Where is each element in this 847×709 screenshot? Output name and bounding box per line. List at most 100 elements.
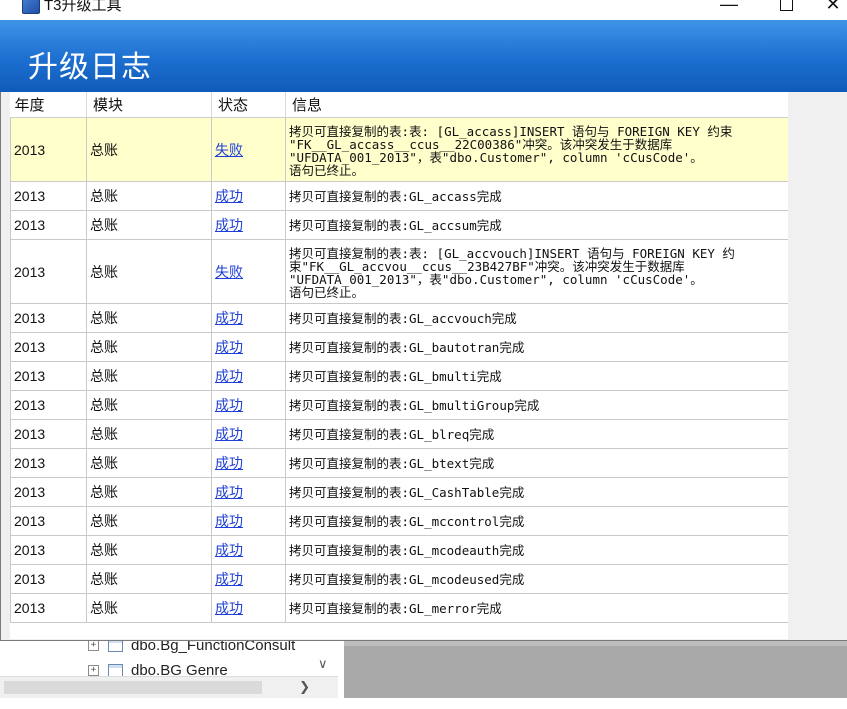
cell-status: 成功: [211, 535, 286, 565]
table-row[interactable]: 2013 总账 成功 拷贝可直接复制的表:GL_merror完成: [10, 593, 789, 623]
table-row[interactable]: 2013 总账 成功 拷贝可直接复制的表:GL_mccontrol完成: [10, 506, 789, 536]
cell-info: 拷贝可直接复制的表:GL_accass完成: [285, 181, 789, 211]
cell-year: 2013: [10, 506, 87, 536]
cell-module: 总账: [86, 332, 212, 362]
cell-status: 成功: [211, 390, 286, 420]
cell-info: 拷贝可直接复制的表:GL_CashTable完成: [285, 477, 789, 507]
window-title: T3升级工具: [44, 0, 122, 14]
cell-module: 总账: [86, 303, 212, 333]
scroll-down-icon[interactable]: ∨: [318, 656, 328, 672]
log-table-body: 2013 总账 失败 拷贝可直接复制的表:表: [GL_accass]INSERT 语…: [10, 117, 789, 623]
cell-year: 2013: [10, 564, 87, 594]
cell-module: 总账: [86, 390, 212, 420]
cell-info: 拷贝可直接复制的表:GL_btext完成: [285, 448, 789, 478]
status-link-success[interactable]: 成功: [215, 368, 243, 384]
status-link-success[interactable]: 成功: [215, 600, 243, 616]
table-row[interactable]: 2013 总账 成功 拷贝可直接复制的表:GL_btext完成: [10, 448, 789, 478]
cell-module: 总账: [86, 117, 212, 182]
scroll-right-icon[interactable]: ❯: [299, 679, 310, 695]
horizontal-scrollbar[interactable]: ❯: [0, 676, 338, 698]
table-icon: [108, 663, 123, 677]
cell-info: 拷贝可直接复制的表:GL_bmultiGroup完成: [285, 390, 789, 420]
table-row[interactable]: 2013 总账 成功 拷贝可直接复制的表:GL_bmultiGroup完成: [10, 390, 789, 420]
cell-info: 拷贝可直接复制的表:GL_accsum完成: [285, 210, 789, 240]
expand-icon[interactable]: +: [88, 664, 99, 676]
status-link-success[interactable]: 成功: [215, 426, 243, 442]
close-button[interactable]: ✕: [818, 0, 847, 16]
cell-status: 成功: [211, 210, 286, 240]
table-row[interactable]: 2013 总账 成功 拷贝可直接复制的表:GL_accvouch完成: [10, 303, 789, 333]
dialog-body: 年度 模块 状态 信息 2013 总账 失败 拷贝可直接复制的表:表: [GL_acc…: [0, 92, 847, 641]
cell-module: 总账: [86, 564, 212, 594]
cell-year: 2013: [10, 477, 87, 507]
log-grid: 年度 模块 状态 信息 2013 总账 失败 拷贝可直接复制的表:表: [GL_acc…: [10, 92, 789, 639]
cell-module: 总账: [86, 361, 212, 391]
status-link-success[interactable]: 成功: [215, 542, 243, 558]
cell-year: 2013: [10, 448, 87, 478]
cell-module: 总账: [86, 419, 212, 449]
table-row[interactable]: 2013 总账 失败 拷贝可直接复制的表:表: [GL_accass]INSERT 语…: [10, 117, 789, 182]
table-row[interactable]: 2013 总账 成功 拷贝可直接复制的表:GL_CashTable完成: [10, 477, 789, 507]
status-link-failed[interactable]: 失败: [215, 264, 243, 280]
table-row[interactable]: 2013 总账 成功 拷贝可直接复制的表:GL_blreq完成: [10, 419, 789, 449]
minimize-button[interactable]: —: [706, 0, 752, 16]
cell-status: 失败: [211, 117, 286, 182]
table-row[interactable]: 2013 总账 成功 拷贝可直接复制的表:GL_accsum完成: [10, 210, 789, 240]
column-header-info[interactable]: 信息: [285, 92, 789, 118]
cell-year: 2013: [10, 303, 87, 333]
cell-status: 成功: [211, 361, 286, 391]
title-bar[interactable]: T3升级工具 — ✕: [0, 0, 847, 20]
expand-icon[interactable]: +: [88, 639, 99, 651]
cell-year: 2013: [10, 361, 87, 391]
cell-module: 总账: [86, 477, 212, 507]
cell-status: 成功: [211, 303, 286, 333]
cell-year: 2013: [10, 593, 87, 623]
cell-info: 拷贝可直接复制的表:GL_mccontrol完成: [285, 506, 789, 536]
page-title: 升级日志: [28, 51, 152, 84]
table-row[interactable]: 2013 总账 成功 拷贝可直接复制的表:GL_mcodeauth完成: [10, 535, 789, 565]
cell-year: 2013: [10, 239, 87, 304]
status-link-success[interactable]: 成功: [215, 484, 243, 500]
status-link-success[interactable]: 成功: [215, 339, 243, 355]
column-header-status[interactable]: 状态: [211, 92, 286, 118]
column-header-module[interactable]: 模块: [86, 92, 212, 118]
status-link-success[interactable]: 成功: [215, 571, 243, 587]
cell-info: 拷贝可直接复制的表:GL_merror完成: [285, 593, 789, 623]
column-header-year[interactable]: 年度: [10, 92, 87, 118]
cell-status: 成功: [211, 332, 286, 362]
log-table: 年度 模块 状态 信息 2013 总账 失败 拷贝可直接复制的表:表: [GL_acc…: [10, 92, 789, 623]
table-row[interactable]: 2013 总账 成功 拷贝可直接复制的表:GL_bmulti完成: [10, 361, 789, 391]
banner: 升级日志: [0, 20, 847, 92]
cell-info: 拷贝可直接复制的表:GL_mcodeused完成: [285, 564, 789, 594]
upgrade-log-dialog: T3升级工具 — ✕ 升级日志 年度 模块 状态 信息 2013 总账 失败 拷…: [0, 0, 847, 641]
cell-status: 成功: [211, 506, 286, 536]
status-link-success[interactable]: 成功: [215, 310, 243, 326]
scrollbar-thumb[interactable]: [4, 681, 262, 694]
cell-module: 总账: [86, 210, 212, 240]
background-panel: [344, 640, 847, 698]
cell-year: 2013: [10, 535, 87, 565]
status-link-success[interactable]: 成功: [215, 188, 243, 204]
status-link-success[interactable]: 成功: [215, 513, 243, 529]
status-link-success[interactable]: 成功: [215, 455, 243, 471]
maximize-button[interactable]: [763, 0, 809, 16]
status-link-failed[interactable]: 失败: [215, 142, 243, 158]
table-row[interactable]: 2013 总账 失败 拷贝可直接复制的表:表: [GL_accvouch]INSERT…: [10, 239, 789, 304]
cell-module: 总账: [86, 239, 212, 304]
cell-status: 成功: [211, 477, 286, 507]
app-icon: [22, 0, 40, 14]
status-link-success[interactable]: 成功: [215, 217, 243, 233]
cell-status: 成功: [211, 564, 286, 594]
table-row[interactable]: 2013 总账 成功 拷贝可直接复制的表:GL_accass完成: [10, 181, 789, 211]
cell-info: 拷贝可直接复制的表:GL_bmulti完成: [285, 361, 789, 391]
cell-info: 拷贝可直接复制的表:GL_blreq完成: [285, 419, 789, 449]
cell-year: 2013: [10, 332, 87, 362]
cell-info: 拷贝可直接复制的表:GL_bautotran完成: [285, 332, 789, 362]
cell-year: 2013: [10, 390, 87, 420]
table-row[interactable]: 2013 总账 成功 拷贝可直接复制的表:GL_bautotran完成: [10, 332, 789, 362]
status-link-success[interactable]: 成功: [215, 397, 243, 413]
table-row[interactable]: 2013 总账 成功 拷贝可直接复制的表:GL_mcodeused完成: [10, 564, 789, 594]
cell-year: 2013: [10, 181, 87, 211]
cell-info: 拷贝可直接复制的表:表: [GL_accvouch]INSERT 语句与 FOR…: [285, 239, 789, 304]
cell-module: 总账: [86, 593, 212, 623]
